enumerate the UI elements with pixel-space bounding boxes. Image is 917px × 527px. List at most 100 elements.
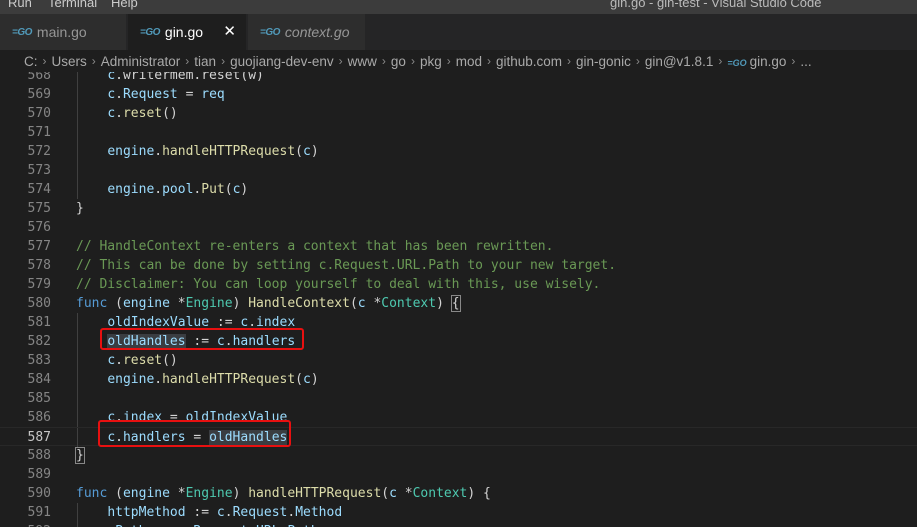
code-line[interactable]: 586 c.index = oldIndexValue <box>0 408 917 427</box>
chevron-right-icon: › <box>791 54 796 68</box>
code-text: c.handlers = oldHandles <box>107 430 288 445</box>
code-line[interactable]: 578 // This can be done by setting c.Requ… <box>0 256 917 275</box>
line-number: 585 <box>27 391 51 406</box>
code-line[interactable]: 582 oldHandles := c.handlers <box>0 332 917 351</box>
line-number: 570 <box>27 106 51 121</box>
breadcrumb-file-label: gin.go <box>749 53 787 69</box>
breadcrumb-item[interactable]: guojiang-dev-env <box>230 54 334 69</box>
code-text: oldIndexValue := c.index <box>107 315 296 330</box>
menu-run[interactable]: Run <box>8 0 32 10</box>
line-number: 580 <box>27 296 51 311</box>
code-text: oldHandles := c.handlers <box>107 334 296 349</box>
code-line[interactable]: 568 c.writermem.reset(w) <box>0 72 917 85</box>
code-text: engine.pool.Put(c) <box>107 182 249 197</box>
code-text: engine.handleHTTPRequest(c) <box>107 372 319 387</box>
breadcrumb-item[interactable]: gin-gonic <box>576 54 631 69</box>
breadcrumb-item[interactable]: go <box>391 54 406 69</box>
line-number: 568 <box>27 72 51 83</box>
breadcrumb-item[interactable]: github.com <box>496 54 562 69</box>
code-line[interactable]: 584 engine.handleHTTPRequest(c) <box>0 370 917 389</box>
code-line[interactable]: 573 <box>0 161 917 180</box>
line-number: 591 <box>27 505 51 520</box>
code-line[interactable]: 592 rPath := c.Request.URL.Path <box>0 522 917 527</box>
code-text: // Disclaimer: You can loop yourself to … <box>76 277 601 292</box>
chevron-right-icon: › <box>381 54 386 68</box>
line-number: 577 <box>27 239 51 254</box>
code-editor[interactable]: 592 rPath := c.Request.URL.Path591 httpM… <box>0 72 917 527</box>
tab-main-go[interactable]: =GO main.go <box>0 14 127 50</box>
breadcrumb-symbols[interactable]: ... <box>800 54 811 69</box>
code-text: // This can be done by setting c.Request… <box>76 258 617 273</box>
chevron-right-icon: › <box>410 54 415 68</box>
code-text: rPath := c.Request.URL.Path <box>76 522 318 527</box>
code-line[interactable]: 572 engine.handleHTTPRequest(c) <box>0 142 917 161</box>
chevron-right-icon: › <box>486 54 491 68</box>
code-text: } <box>76 201 84 216</box>
window-title: gin.go - gin-test - Visual Studio Code <box>610 0 822 10</box>
code-text: engine.handleHTTPRequest(c) <box>107 144 319 159</box>
menu-help[interactable]: Help <box>111 0 138 10</box>
chevron-right-icon: › <box>446 54 451 68</box>
indent-guide <box>77 161 78 180</box>
menu-terminal[interactable]: Terminal <box>48 0 97 10</box>
code-text: c.writermem.reset(w) <box>107 72 264 83</box>
line-number: 590 <box>27 486 51 501</box>
line-number: 574 <box>27 182 51 197</box>
code-line[interactable]: 571 <box>0 123 917 142</box>
line-number: 578 <box>27 258 51 273</box>
line-number: 588 <box>27 448 51 463</box>
code-line[interactable]: 575} <box>0 199 917 218</box>
code-line[interactable]: 591 httpMethod := c.Request.Method <box>0 503 917 522</box>
code-line[interactable]: 569 c.Request = req <box>0 85 917 104</box>
line-number: 589 <box>27 467 51 482</box>
tab-context-go[interactable]: =GO context.go <box>248 14 366 50</box>
tab-label: gin.go <box>164 24 204 40</box>
chevron-right-icon: › <box>635 54 640 68</box>
line-number: 582 <box>27 334 51 349</box>
chevron-right-icon: › <box>221 54 226 68</box>
code-line[interactable]: 570 c.reset() <box>0 104 917 123</box>
code-text: } <box>75 447 85 464</box>
line-number: 575 <box>27 201 51 216</box>
breadcrumb-item[interactable]: Administrator <box>101 54 181 69</box>
line-number: 583 <box>27 353 51 368</box>
breadcrumb-item[interactable]: pkg <box>420 54 442 69</box>
tab-gin-go[interactable]: =GO gin.go ✕ <box>128 14 247 50</box>
line-number: 586 <box>27 410 51 425</box>
line-number: 573 <box>27 163 51 178</box>
indent-guide <box>77 123 78 142</box>
code-line[interactable]: 583 c.reset() <box>0 351 917 370</box>
code-line[interactable]: 576 <box>0 218 917 237</box>
code-line[interactable]: 585 <box>0 389 917 408</box>
go-file-icon: =GO <box>727 57 747 68</box>
line-number: 581 <box>27 315 51 330</box>
line-number: 569 <box>27 87 51 102</box>
close-icon[interactable]: ✕ <box>223 22 236 40</box>
code-line[interactable]: 581 oldIndexValue := c.index <box>0 313 917 332</box>
code-text: c.Request = req <box>107 87 225 102</box>
code-line[interactable]: 590 func (engine *Engine) handleHTTPReque… <box>0 484 917 503</box>
code-line[interactable]: 587 c.handlers = oldHandles <box>0 427 917 447</box>
code-line[interactable]: 574 engine.pool.Put(c) <box>0 180 917 199</box>
editor-tab-bar: =GO main.go =GO gin.go ✕ =GO context.go <box>0 14 917 50</box>
breadcrumb-item[interactable]: Users <box>52 54 87 69</box>
tab-label: context.go <box>284 24 350 40</box>
code-line[interactable]: 588} <box>0 446 917 465</box>
breadcrumb-item[interactable]: gin@v1.8.1 <box>645 54 714 69</box>
code-line[interactable]: 579 // Disclaimer: You can loop yourself … <box>0 275 917 294</box>
code-line[interactable]: 580 func (engine *Engine) HandleContext(c… <box>0 294 917 313</box>
chevron-right-icon: › <box>718 54 723 68</box>
breadcrumb-file[interactable]: =GO gin.go <box>727 54 786 69</box>
breadcrumb-item[interactable]: www <box>348 54 377 69</box>
breadcrumb-item[interactable]: C: <box>24 54 38 69</box>
breadcrumb-item[interactable]: mod <box>456 54 482 69</box>
tab-label: main.go <box>36 24 87 40</box>
line-number: 579 <box>27 277 51 292</box>
breadcrumb-item[interactable]: tian <box>194 54 216 69</box>
code-line[interactable]: 577 // HandleContext re-enters a context … <box>0 237 917 256</box>
line-number: 571 <box>27 125 51 140</box>
code-text: c.reset() <box>107 353 178 368</box>
code-line[interactable]: 589 <box>0 465 917 484</box>
code-text: func (engine *Engine) HandleContext(c *C… <box>76 295 461 312</box>
line-number: 592 <box>0 522 51 527</box>
